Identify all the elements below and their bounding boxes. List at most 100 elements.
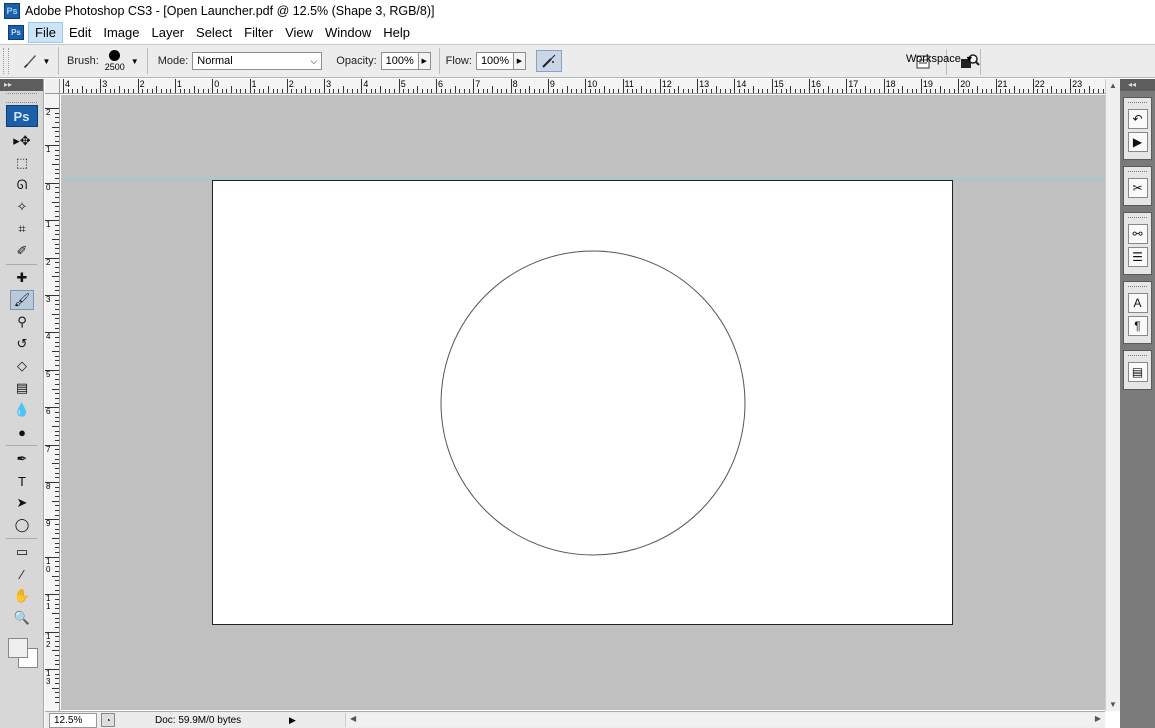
layer-comps-icon[interactable]: ⚯ [1127, 224, 1148, 244]
dock-grip[interactable] [1128, 102, 1147, 106]
status-menu-arrow-icon[interactable]: ▶ [289, 715, 296, 726]
ruler-minor-tick [52, 276, 59, 278]
lasso-tool[interactable]: ᘏ [10, 175, 34, 195]
ruler-minor-tick [55, 309, 59, 311]
slice-tool[interactable]: ✐ [10, 241, 34, 261]
ps-logo[interactable]: Ps [5, 105, 38, 127]
lasso-tool-icon: ᘏ [16, 177, 28, 192]
ruler-label: 10 [587, 79, 598, 89]
workspace-menu-button[interactable]: Workspace ▼ [898, 51, 982, 67]
healing-brush-tool[interactable]: ✚ [10, 268, 34, 288]
flow-slider-arrow-icon[interactable]: ▶ [513, 52, 526, 70]
mode-select[interactable]: Normal ⌵ [192, 52, 323, 70]
zoom-tool[interactable]: 🔍 [10, 608, 34, 628]
ruler-minor-tick [55, 122, 59, 124]
circle-shape-path[interactable] [440, 250, 746, 556]
tool-preset-picker[interactable]: ▼ [13, 47, 59, 75]
ruler-minor-tick [860, 89, 862, 93]
tool-presets-icon[interactable]: ✂ [1127, 178, 1148, 198]
crop-tool[interactable]: ⌗ [10, 219, 34, 239]
horizontal-scrollbar[interactable]: ◀ ▶ [345, 713, 1105, 727]
move-tool[interactable]: ▸✥ [10, 131, 34, 151]
menu-window[interactable]: Window [319, 23, 377, 42]
eraser-tool[interactable]: ◇ [10, 356, 34, 376]
document-info-icon[interactable]: ◔ [101, 713, 115, 727]
menu-file[interactable]: File [28, 22, 63, 43]
gradient-tool[interactable]: ▤ [10, 378, 34, 398]
scroll-up-icon[interactable]: ▲ [1109, 81, 1117, 90]
ruler-minor-tick [52, 126, 59, 128]
toolbox-collapse-icon[interactable]: ▸▸ [0, 79, 43, 91]
path-selection-tool[interactable]: ➤ [10, 493, 34, 513]
ruler-origin[interactable] [45, 79, 60, 94]
ruler-minor-tick [55, 229, 59, 231]
ruler-minor-tick [52, 500, 59, 502]
scroll-left-icon[interactable]: ◀ [350, 714, 356, 723]
ellipse-tool[interactable]: ◯ [10, 515, 34, 535]
document-canvas[interactable] [212, 180, 953, 625]
type-tool[interactable]: T [10, 471, 34, 491]
ruler-minor-tick [55, 697, 59, 699]
menu-view[interactable]: View [279, 23, 319, 42]
vertical-ruler[interactable]: 2101234567891 01 11 21 3 [45, 94, 60, 711]
actions-icon[interactable]: ▶ [1127, 132, 1148, 152]
document-ps-icon[interactable]: Ps [8, 25, 24, 40]
magic-wand-tool[interactable]: ✧ [10, 197, 34, 217]
canvas-workarea[interactable] [61, 95, 1105, 710]
menu-edit[interactable]: Edit [63, 23, 97, 42]
history-icon[interactable]: ↶ [1127, 109, 1148, 129]
zoom-input[interactable]: 12.5% [49, 712, 97, 728]
brush-picker[interactable]: 2500 [103, 50, 127, 72]
opacity-slider-arrow-icon[interactable]: ▶ [418, 52, 431, 70]
foreground-color-swatch[interactable] [8, 638, 28, 658]
options-bar-grip[interactable] [3, 48, 9, 74]
menu-image[interactable]: Image [97, 23, 145, 42]
history-brush-tool[interactable]: ↺ [10, 334, 34, 354]
clone-stamp-tool[interactable]: ⚲ [10, 312, 34, 332]
menu-select[interactable]: Select [190, 23, 238, 42]
dock-grip[interactable] [1128, 355, 1147, 359]
brush-tool[interactable]: 🖌 [10, 290, 34, 310]
dock-grip[interactable] [1128, 286, 1147, 290]
dodge-tool[interactable]: ● [10, 422, 34, 442]
horizontal-ruler[interactable]: 4 3 2 1 0 1 2 3 4 5 6 7 8 9 10 11 12 13 14 15 16 17 18 19 20 21 22… [60, 79, 1105, 94]
ruler-minor-tick [55, 467, 59, 469]
ruler-major-tick [958, 79, 960, 93]
ruler-label: 3 [326, 79, 332, 89]
pen-tool[interactable]: ✒ [10, 449, 34, 469]
channels-icon[interactable]: ☰ [1127, 247, 1148, 267]
scroll-right-icon[interactable]: ▶ [1095, 714, 1101, 723]
ruler-minor-tick [55, 528, 59, 530]
menu-layer[interactable]: Layer [146, 23, 191, 42]
character-icon[interactable]: A [1127, 293, 1148, 313]
airbrush-toggle-button[interactable] [535, 50, 562, 72]
menu-help[interactable]: Help [377, 23, 416, 42]
info-icon[interactable]: ▤ [1127, 362, 1148, 382]
ruler-minor-tick [52, 351, 59, 353]
blur-tool[interactable]: 💧 [10, 400, 34, 420]
toolbox-grip[interactable] [6, 93, 37, 103]
flow-input[interactable]: 100% [475, 52, 514, 70]
dock-grip[interactable] [1128, 171, 1147, 175]
brush-picker-arrow-icon[interactable]: ▼ [131, 57, 139, 66]
ruler-minor-tick [55, 598, 59, 600]
paragraph-icon[interactable]: ¶ [1127, 316, 1148, 336]
vertical-scrollbar[interactable]: ▲ ▼ [1105, 79, 1120, 711]
ruler-minor-tick [55, 304, 59, 306]
dock-grip[interactable] [1128, 217, 1147, 221]
dock-expand-icon[interactable]: ◂◂ [1120, 79, 1155, 91]
menu-filter[interactable]: Filter [238, 23, 279, 42]
marquee-tool[interactable]: ⬚ [10, 153, 34, 173]
ruler-minor-tick [55, 673, 59, 675]
opacity-input[interactable]: 100% [380, 52, 419, 70]
ruler-minor-tick [55, 178, 59, 180]
hand-tool[interactable]: ✋ [10, 586, 34, 606]
scroll-down-icon[interactable]: ▼ [1109, 700, 1117, 709]
ruler-label: 6 [438, 79, 444, 89]
ruler-minor-tick [55, 589, 59, 591]
ruler-minor-tick [165, 89, 167, 93]
notes-tool[interactable]: ▭ [10, 542, 34, 562]
ruler-minor-tick [258, 89, 260, 93]
eyedropper-tool[interactable]: ⁄ [10, 564, 34, 584]
ruler-major-tick [547, 79, 549, 93]
